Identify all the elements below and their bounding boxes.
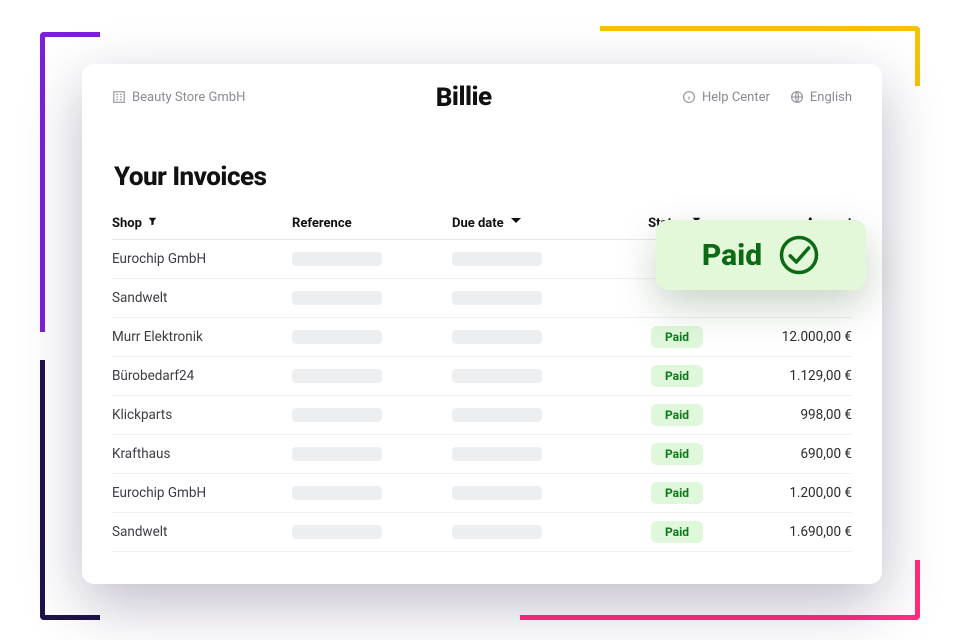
table-row[interactable]: Sandwelt Paid 1.690,00 €: [112, 513, 852, 552]
sort-desc-icon: [510, 217, 524, 231]
table-row[interactable]: Eurochip GmbH Paid 1.200,00 €: [112, 474, 852, 513]
brand-logo: Billie: [436, 82, 492, 112]
placeholder-pill: [292, 486, 382, 500]
globe-icon: [790, 90, 804, 104]
cell-shop: Eurochip GmbH: [112, 485, 292, 501]
cell-reference: [292, 408, 452, 422]
cell-amount: 12.000,00 €: [742, 329, 852, 345]
placeholder-pill: [292, 408, 382, 422]
status-badge: Paid: [651, 521, 703, 543]
cell-due-date: [452, 408, 612, 422]
cell-reference: [292, 525, 452, 539]
brand-text: illie: [452, 82, 492, 112]
placeholder-pill: [452, 486, 542, 500]
cell-amount: 1.129,00 €: [742, 368, 852, 384]
cell-reference: [292, 447, 452, 461]
placeholder-pill: [292, 525, 382, 539]
col-due-label: Due date: [452, 216, 504, 231]
cell-due-date: [452, 525, 612, 539]
placeholder-pill: [292, 330, 382, 344]
cell-status: Paid: [612, 443, 742, 465]
cell-due-date: [452, 447, 612, 461]
placeholder-pill: [452, 369, 542, 383]
placeholder-pill: [452, 408, 542, 422]
placeholder-pill: [452, 330, 542, 344]
cell-reference: [292, 330, 452, 344]
cell-amount: 1.200,00 €: [742, 485, 852, 501]
paid-callout: Paid: [656, 220, 866, 290]
cell-shop: Sandwelt: [112, 524, 292, 540]
status-badge: Paid: [651, 482, 703, 504]
cell-status: Paid: [612, 521, 742, 543]
cell-reference: [292, 291, 452, 305]
cell-status: Paid: [612, 404, 742, 426]
building-icon: [112, 90, 126, 104]
status-badge: Paid: [651, 365, 703, 387]
col-reference[interactable]: Reference: [292, 216, 452, 231]
cell-status: Paid: [612, 482, 742, 504]
company-selector[interactable]: Beauty Store GmbH: [112, 90, 245, 105]
cell-status: Paid: [612, 287, 742, 309]
col-shop-label: Shop: [112, 216, 142, 231]
placeholder-pill: [292, 291, 382, 305]
status-badge: Paid: [651, 404, 703, 426]
cell-shop: Murr Elektronik: [112, 329, 292, 345]
placeholder-pill: [452, 291, 542, 305]
placeholder-pill: [292, 252, 382, 266]
col-reference-label: Reference: [292, 216, 352, 231]
table-row[interactable]: Bürobedarf24 Paid 1.129,00 €: [112, 357, 852, 396]
help-center-link[interactable]: Help Center: [682, 90, 770, 105]
cell-due-date: [452, 291, 612, 305]
company-name: Beauty Store GmbH: [132, 90, 245, 105]
placeholder-pill: [452, 447, 542, 461]
col-due-date[interactable]: Due date: [452, 216, 612, 231]
cell-reference: [292, 252, 452, 266]
cell-shop: Bürobedarf24: [112, 368, 292, 384]
info-icon: [682, 90, 696, 104]
placeholder-pill: [292, 447, 382, 461]
cell-shop: Klickparts: [112, 407, 292, 423]
cell-amount: 690,00 €: [742, 446, 852, 462]
table-row[interactable]: Klickparts Paid 998,00 €: [112, 396, 852, 435]
cell-reference: [292, 369, 452, 383]
cell-due-date: [452, 252, 612, 266]
placeholder-pill: [452, 252, 542, 266]
topbar: Beauty Store GmbH Billie Help Center: [82, 64, 882, 122]
app-card: Beauty Store GmbH Billie Help Center: [82, 64, 882, 584]
checkmark-circle-icon: [778, 234, 820, 276]
filter-icon: [148, 217, 162, 231]
cell-due-date: [452, 330, 612, 344]
cell-amount: 998,00 €: [742, 407, 852, 423]
status-badge: Paid: [651, 443, 703, 465]
col-shop[interactable]: Shop: [112, 216, 292, 231]
language-label: English: [810, 90, 852, 105]
placeholder-pill: [452, 525, 542, 539]
table-row[interactable]: Krafthaus Paid 690,00 €: [112, 435, 852, 474]
page-title: Your Invoices: [114, 162, 852, 192]
cell-shop: Eurochip GmbH: [112, 251, 292, 267]
cell-due-date: [452, 369, 612, 383]
cell-status: Paid: [612, 326, 742, 348]
status-badge: Paid: [651, 326, 703, 348]
cell-due-date: [452, 486, 612, 500]
cell-reference: [292, 486, 452, 500]
help-center-label: Help Center: [702, 90, 770, 105]
cell-status: Paid: [612, 365, 742, 387]
language-selector[interactable]: English: [790, 90, 852, 105]
table-row[interactable]: Murr Elektronik Paid 12.000,00 €: [112, 318, 852, 357]
cell-shop: Sandwelt: [112, 290, 292, 306]
cell-amount: 1.690,00 €: [742, 524, 852, 540]
paid-callout-label: Paid: [702, 238, 762, 273]
placeholder-pill: [292, 369, 382, 383]
cell-shop: Krafthaus: [112, 446, 292, 462]
